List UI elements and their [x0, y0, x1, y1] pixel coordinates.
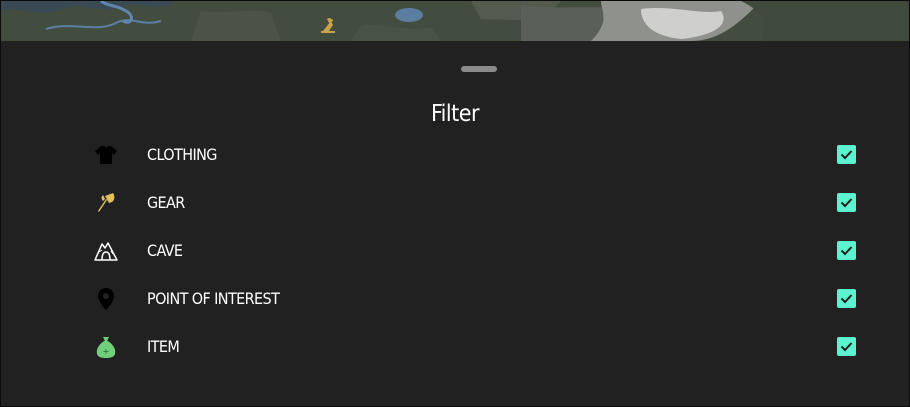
checkmark-icon: [840, 342, 853, 352]
checkmark-icon: [840, 294, 853, 304]
sheet-title: Filter: [430, 101, 480, 127]
filter-label-point-of-interest: POINT OF INTEREST: [147, 289, 280, 308]
checkmark-icon: [840, 198, 853, 208]
filter-label-item: ITEM: [147, 337, 180, 356]
checkmark-icon: [840, 246, 853, 256]
map-terrain: [1, 1, 909, 41]
checkmark-icon: [840, 150, 853, 160]
filter-label-clothing: CLOTHING: [147, 145, 217, 164]
filter-row-point-of-interest[interactable]: POINT OF INTEREST: [81, 282, 881, 318]
gear-checkbox[interactable]: [837, 193, 856, 212]
money-bag-icon: +: [93, 334, 119, 360]
filter-row-item[interactable]: + ITEM: [81, 330, 881, 366]
cave-icon: [93, 238, 119, 264]
filter-row-cave[interactable]: CAVE: [81, 234, 881, 270]
svg-text:+: +: [103, 347, 110, 356]
clothing-checkbox[interactable]: [837, 145, 856, 164]
cave-checkbox[interactable]: [837, 241, 856, 260]
axe-icon: [93, 190, 119, 216]
drag-handle[interactable]: [461, 66, 497, 72]
filter-row-gear[interactable]: GEAR: [81, 186, 881, 222]
map-view[interactable]: [1, 1, 909, 41]
location-pin-icon: [93, 286, 119, 312]
filter-label-cave: CAVE: [147, 241, 183, 260]
filter-sheet: Filter CLOTHING GEAR CAVE POINT OF INTER…: [1, 41, 909, 406]
app-frame: Filter CLOTHING GEAR CAVE POINT OF INTER…: [0, 0, 910, 407]
item-checkbox[interactable]: [837, 337, 856, 356]
filter-row-clothing[interactable]: CLOTHING: [81, 138, 881, 174]
filter-label-gear: GEAR: [147, 193, 185, 212]
clothing-icon: [93, 142, 119, 168]
point-of-interest-checkbox[interactable]: [837, 289, 856, 308]
